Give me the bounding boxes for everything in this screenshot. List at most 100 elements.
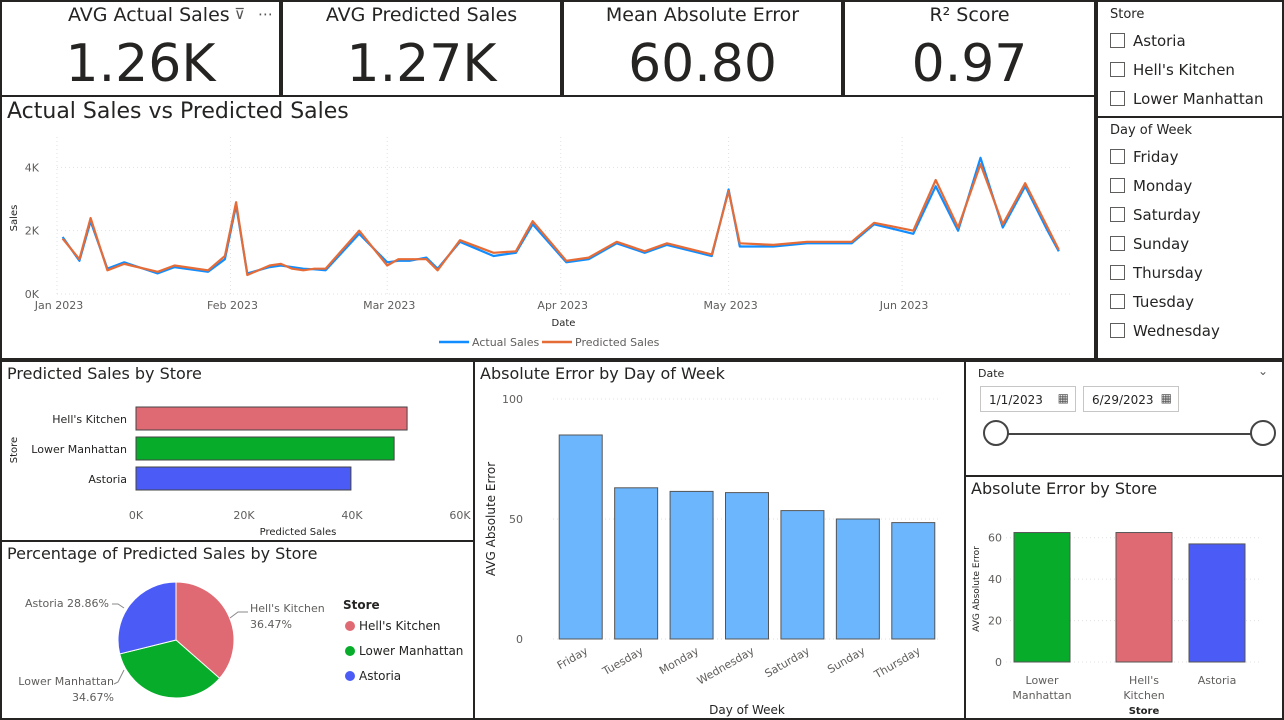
legend-label: Actual Sales (472, 336, 540, 349)
date-range-end-handle[interactable] (1250, 420, 1276, 446)
slicer-item-sunday[interactable]: Sunday (1098, 229, 1282, 258)
x-category-label: Hell's (1129, 674, 1159, 687)
checkbox[interactable] (1110, 149, 1125, 164)
slice-label: Astoria 28.86% (25, 597, 109, 610)
legend-marker (345, 646, 355, 656)
y-axis-label: Store (9, 437, 20, 463)
y-tick-label: 60 (988, 532, 1002, 545)
calendar-icon[interactable]: ▦ (1161, 391, 1172, 405)
line-chart-panel[interactable]: Actual Sales vs Predicted Sales 0K 2K 4K Ja… (0, 95, 1096, 360)
end-date-input[interactable]: 6/29/2023 ▦ (1083, 386, 1179, 412)
slicer-item-label: Lower Manhattan (1133, 89, 1264, 108)
bar (135, 466, 352, 491)
dow-bar-chart-panel[interactable]: Absolute Error by Day of Week 0 50 100 Frid… (473, 360, 966, 720)
slicer-item-astoria[interactable]: Astoria (1098, 26, 1282, 55)
y-axis-label: AVG Absolute Error (972, 546, 982, 632)
x-tick-label: Mar 2023 (363, 299, 415, 312)
slicer-item-label: Tuesday (1133, 292, 1195, 311)
y-tick-label: 4K (25, 161, 40, 174)
checkbox[interactable] (1110, 323, 1125, 338)
x-category-label: Kitchen (1123, 689, 1164, 702)
checkbox[interactable] (1110, 178, 1125, 193)
checkbox[interactable] (1110, 236, 1125, 251)
hbar-chart-panel[interactable]: Predicted Sales by Store 0K 20K 40K 60K Hell… (0, 360, 475, 542)
checkbox[interactable] (1110, 33, 1125, 48)
bar (669, 490, 714, 640)
slicer-item-saturday[interactable]: Saturday (1098, 200, 1282, 229)
slicer-item-label: Hell's Kitchen (1133, 60, 1235, 79)
checkbox[interactable] (1110, 62, 1125, 77)
x-category-label: Astoria (1198, 674, 1237, 687)
x-tick-label: 0K (129, 509, 144, 522)
slice-label: 34.67% (72, 691, 114, 704)
store-slicer[interactable]: Store Astoria Hell's Kitchen Lower Manha… (1096, 0, 1284, 118)
kpi-card-mae[interactable]: Mean Absolute Error 60.80 (562, 0, 843, 97)
kpi-card-avg-actual[interactable]: AVG Actual Sales ⊽ ⋯ 1.26K (0, 0, 281, 97)
bar (835, 518, 880, 640)
store-error-chart: 0 20 40 60 Lower Manhattan Hell's Kitchen Astori… (972, 532, 1262, 717)
store-error-chart-panel[interactable]: Absolute Error by Store 0 20 40 60 Lower Manh… (964, 475, 1284, 720)
date-slicer-title: Date (978, 367, 1005, 380)
x-axis-label: Day of Week (709, 703, 785, 717)
slicer-item-tuesday[interactable]: Tuesday (1098, 287, 1282, 316)
series-line-actual (61, 156, 1060, 275)
slicer-item-friday[interactable]: Friday (1098, 142, 1282, 171)
y-tick-label: 50 (509, 513, 523, 526)
kpi-value: 60.80 (628, 34, 777, 94)
slice-label: Hell's Kitchen (250, 602, 325, 615)
kpi-card-avg-predicted[interactable]: AVG Predicted Sales 1.27K (281, 0, 562, 97)
bar (1188, 543, 1246, 663)
date-range-start-handle[interactable] (983, 420, 1009, 446)
kpi-title: R² Score (929, 4, 1010, 26)
x-tick-label: 60K (449, 509, 471, 522)
x-tick-label: Jun 2023 (879, 299, 929, 312)
start-date-input[interactable]: 1/1/2023 ▦ (980, 386, 1076, 412)
slicer-title: Store (1110, 7, 1145, 22)
y-axis-label: AVG Absolute Error (484, 462, 498, 576)
slicer-item-label: Saturday (1133, 205, 1201, 224)
legend-marker (345, 621, 355, 631)
x-category-label: Saturday (762, 644, 812, 680)
slicer-item-hells-kitchen[interactable]: Hell's Kitchen (1098, 55, 1282, 84)
x-tick-label: Apr 2023 (537, 299, 588, 312)
slicer-item-monday[interactable]: Monday (1098, 171, 1282, 200)
bar (1115, 532, 1173, 663)
x-category-label: Thursday (871, 644, 923, 682)
checkbox[interactable] (1110, 91, 1125, 106)
day-of-week-slicer[interactable]: Day of Week Friday Monday Saturday Sunda… (1096, 116, 1284, 360)
filter-icon[interactable]: ⊽ (234, 5, 245, 23)
calendar-icon[interactable]: ▦ (1058, 391, 1069, 405)
label-leader (113, 669, 125, 685)
kpi-title: AVG Predicted Sales (325, 4, 518, 26)
x-axis-label: Store (1129, 706, 1160, 717)
legend-label: Lower Manhattan (359, 644, 463, 658)
pie-chart-panel[interactable]: Percentage of Predicted Sales by Store H… (0, 540, 475, 720)
slicer-item-thursday[interactable]: Thursday (1098, 258, 1282, 287)
y-category-label: Hell's Kitchen (52, 413, 127, 426)
kpi-value: 0.97 (911, 34, 1028, 94)
more-options-icon[interactable]: ⋯ (258, 5, 273, 23)
kpi-value: 1.27K (346, 34, 497, 94)
line-chart: 0K2K4KJan 2023 Feb 2023 Mar 2023 Apr 2023 Ma… (9, 137, 1070, 349)
slicer-item-wednesday[interactable]: Wednesday (1098, 316, 1282, 345)
legend-label: Hell's Kitchen (359, 619, 441, 633)
end-date-value: 6/29/2023 (1092, 393, 1154, 407)
y-tick-label: 0 (995, 656, 1002, 669)
y-tick-label: 20 (988, 615, 1002, 628)
bar (135, 436, 395, 461)
slicer-item-lower-manhattan[interactable]: Lower Manhattan (1098, 84, 1282, 113)
bar (1013, 532, 1071, 663)
date-slicer[interactable]: Date ⌄ 1/1/2023 ▦ 6/29/2023 ▦ (964, 360, 1284, 477)
chevron-down-icon[interactable]: ⌄ (1258, 364, 1268, 378)
slicer-item-label: Sunday (1133, 234, 1190, 253)
x-tick-label: Feb 2023 (207, 299, 258, 312)
slicer-title: Day of Week (1110, 123, 1193, 138)
bar (891, 522, 936, 640)
x-axis-label: Predicted Sales (260, 527, 337, 538)
checkbox[interactable] (1110, 265, 1125, 280)
kpi-card-r2[interactable]: R² Score 0.97 (843, 0, 1096, 97)
checkbox[interactable] (1110, 207, 1125, 222)
bar (558, 434, 603, 640)
date-range-track[interactable] (996, 433, 1264, 435)
checkbox[interactable] (1110, 294, 1125, 309)
